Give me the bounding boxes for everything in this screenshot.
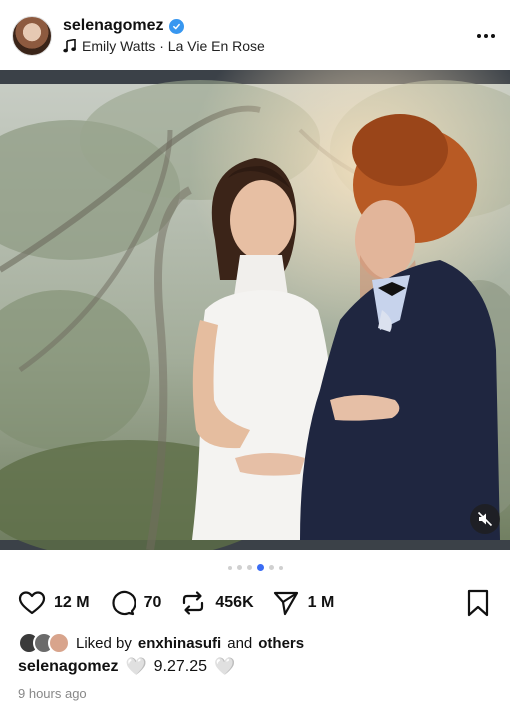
white-heart-emoji: 🤍 <box>125 657 147 677</box>
pager-dot-active <box>256 564 264 571</box>
pager-dot <box>278 565 283 570</box>
liked-by-others[interactable]: others <box>258 635 304 652</box>
pager-dot <box>227 565 232 570</box>
carousel-pager <box>0 564 510 571</box>
avatar <box>48 632 70 654</box>
bookmark-icon[interactable] <box>466 589 490 617</box>
like-action[interactable]: 12 M <box>18 589 90 617</box>
music-note-icon <box>63 39 76 53</box>
white-heart-emoji: 🤍 <box>214 657 236 677</box>
more-options-icon[interactable] <box>474 26 498 46</box>
pager-dot <box>236 565 242 570</box>
repost-count: 456K <box>215 594 254 611</box>
post-timestamp: 9 hours ago <box>18 686 87 701</box>
heart-icon <box>18 591 46 615</box>
photo-illustration <box>0 70 510 550</box>
liked-by-row[interactable]: Liked by enxhinasufi and others <box>18 632 304 654</box>
username-row: selenagomez <box>63 17 185 35</box>
caption-text: 9.27.25 <box>153 658 208 675</box>
pager-dot <box>268 565 274 570</box>
liked-by-and: and <box>227 634 253 652</box>
music-attribution[interactable]: Emily Watts · La Vie En Rose <box>63 38 265 54</box>
username[interactable]: selenagomez <box>63 17 163 35</box>
post-header: selenagomez Emily Watts · La Vie En Rose <box>0 0 510 70</box>
comment-action[interactable]: 70 <box>108 589 162 617</box>
post-image[interactable] <box>0 70 510 550</box>
like-count: 12 M <box>54 594 90 611</box>
liker-avatars <box>18 632 70 654</box>
caption: selenagomez 🤍 9.27.25 🤍 <box>18 657 235 677</box>
muted-speaker-icon[interactable] <box>470 504 500 534</box>
repost-action[interactable]: 456K <box>179 589 254 617</box>
comment-icon <box>111 590 136 616</box>
send-icon <box>273 591 298 616</box>
share-action[interactable]: 1 M <box>272 589 335 617</box>
verified-badge-icon <box>169 18 185 34</box>
profile-avatar[interactable] <box>12 16 52 56</box>
pager-dot <box>246 565 252 570</box>
music-text: Emily Watts · La Vie En Rose <box>82 38 265 54</box>
liked-by-prefix: Liked by <box>76 634 132 652</box>
share-count: 1 M <box>307 594 335 611</box>
comment-count: 70 <box>143 594 162 611</box>
caption-username[interactable]: selenagomez <box>18 658 118 676</box>
action-bar: 12 M 70 456K 1 M <box>18 588 500 618</box>
liked-by-user[interactable]: enxhinasufi <box>138 635 221 652</box>
repost-icon <box>183 591 204 615</box>
